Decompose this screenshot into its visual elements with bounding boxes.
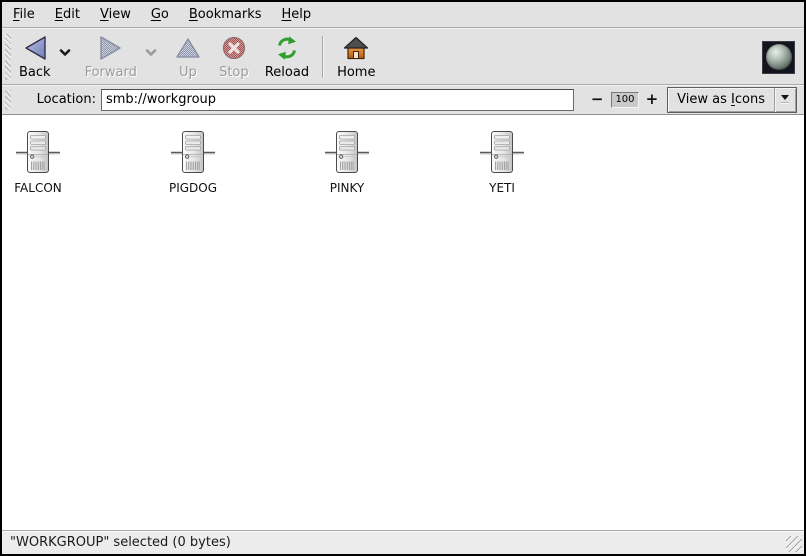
- chevron-down-icon: [59, 49, 71, 57]
- up-label: Up: [179, 65, 197, 80]
- network-server-icon: [169, 129, 217, 177]
- chevron-down-icon: [775, 95, 796, 104]
- back-history-dropdown[interactable]: [57, 36, 73, 70]
- reload-icon: [274, 33, 300, 63]
- back-icon: [21, 33, 49, 63]
- stop-label: Stop: [219, 65, 249, 80]
- location-bar-drag-handle[interactable]: [5, 90, 11, 110]
- menu-item-go[interactable]: Go: [141, 3, 179, 26]
- status-bar: "WORKGROUP" selected (0 bytes): [2, 530, 804, 554]
- file-item-pigdog[interactable]: PIGDOG: [153, 129, 233, 195]
- menu-item-mnemonic: V: [100, 7, 109, 22]
- toolbar-separator: [322, 36, 323, 78]
- forward-history-dropdown[interactable]: [143, 36, 159, 70]
- home-button[interactable]: Home: [331, 30, 381, 82]
- forward-label: Forward: [85, 65, 137, 80]
- file-manager-window: File Edit View Go Bookmarks Help Back Fo…: [0, 0, 806, 556]
- view-as-label: View as Icons: [668, 92, 774, 107]
- location-input[interactable]: [101, 89, 574, 111]
- menu-item-help[interactable]: Help: [272, 3, 322, 26]
- file-item-yeti[interactable]: YETI: [462, 129, 542, 195]
- menu-item-mnemonic: E: [55, 7, 63, 22]
- menu-item-label: dit: [63, 7, 80, 22]
- status-text: "WORKGROUP" selected (0 bytes): [10, 535, 231, 550]
- menu-item-label: ookmarks: [198, 7, 262, 22]
- menu-item-mnemonic: G: [151, 7, 161, 22]
- menu-item-bookmarks[interactable]: Bookmarks: [179, 3, 272, 26]
- menu-bar: File Edit View Go Bookmarks Help: [2, 2, 804, 28]
- home-icon: [342, 33, 370, 63]
- zoom-level-indicator[interactable]: 100: [611, 92, 638, 108]
- home-label: Home: [337, 65, 375, 80]
- menu-item-label: iew: [109, 7, 131, 22]
- forward-icon: [97, 33, 125, 63]
- file-label: YETI: [489, 181, 515, 195]
- throbber: [762, 41, 795, 74]
- network-server-icon: [478, 129, 526, 177]
- menu-item-label: o: [161, 7, 169, 22]
- menu-item-label: ile: [20, 7, 35, 22]
- network-server-icon: [323, 129, 371, 177]
- file-label: PIGDOG: [169, 181, 217, 195]
- throbber-frame: [762, 41, 795, 74]
- file-item-pinky[interactable]: PINKY: [307, 129, 387, 195]
- up-button[interactable]: Up: [167, 30, 209, 82]
- stop-button[interactable]: Stop: [213, 30, 255, 82]
- up-icon: [175, 33, 201, 63]
- menu-item-view[interactable]: View: [90, 3, 141, 26]
- resize-grip[interactable]: [786, 536, 802, 552]
- chevron-down-icon: [145, 49, 157, 57]
- location-label: Location:: [37, 92, 96, 107]
- reload-button[interactable]: Reload: [259, 30, 315, 82]
- menu-item-mnemonic: H: [282, 7, 292, 22]
- network-server-icon: [14, 129, 62, 177]
- location-bar: Location: − 100 + View as Icons: [2, 85, 804, 115]
- view-as-dropdown[interactable]: View as Icons: [667, 87, 797, 113]
- back-button[interactable]: Back: [13, 30, 57, 82]
- menu-item-edit[interactable]: Edit: [45, 3, 90, 26]
- forward-button[interactable]: Forward: [79, 30, 143, 82]
- stop-icon: [221, 33, 247, 63]
- gnome-orb-throbber-icon: [766, 44, 792, 70]
- menu-item-file[interactable]: File: [3, 3, 45, 26]
- toolbar: Back Forward Up: [2, 28, 804, 85]
- back-label: Back: [19, 65, 51, 80]
- zoom-in-button[interactable]: +: [646, 92, 659, 107]
- zoom-out-button[interactable]: −: [591, 92, 604, 107]
- file-area[interactable]: FALCON PIGDOG PINKY YETI: [2, 115, 804, 530]
- file-label: FALCON: [14, 181, 62, 195]
- reload-label: Reload: [265, 65, 309, 80]
- menu-item-mnemonic: B: [189, 7, 198, 22]
- file-item-falcon[interactable]: FALCON: [0, 129, 78, 195]
- file-label: PINKY: [330, 181, 365, 195]
- menu-item-label: elp: [291, 7, 311, 22]
- toolbar-drag-handle[interactable]: [5, 34, 11, 80]
